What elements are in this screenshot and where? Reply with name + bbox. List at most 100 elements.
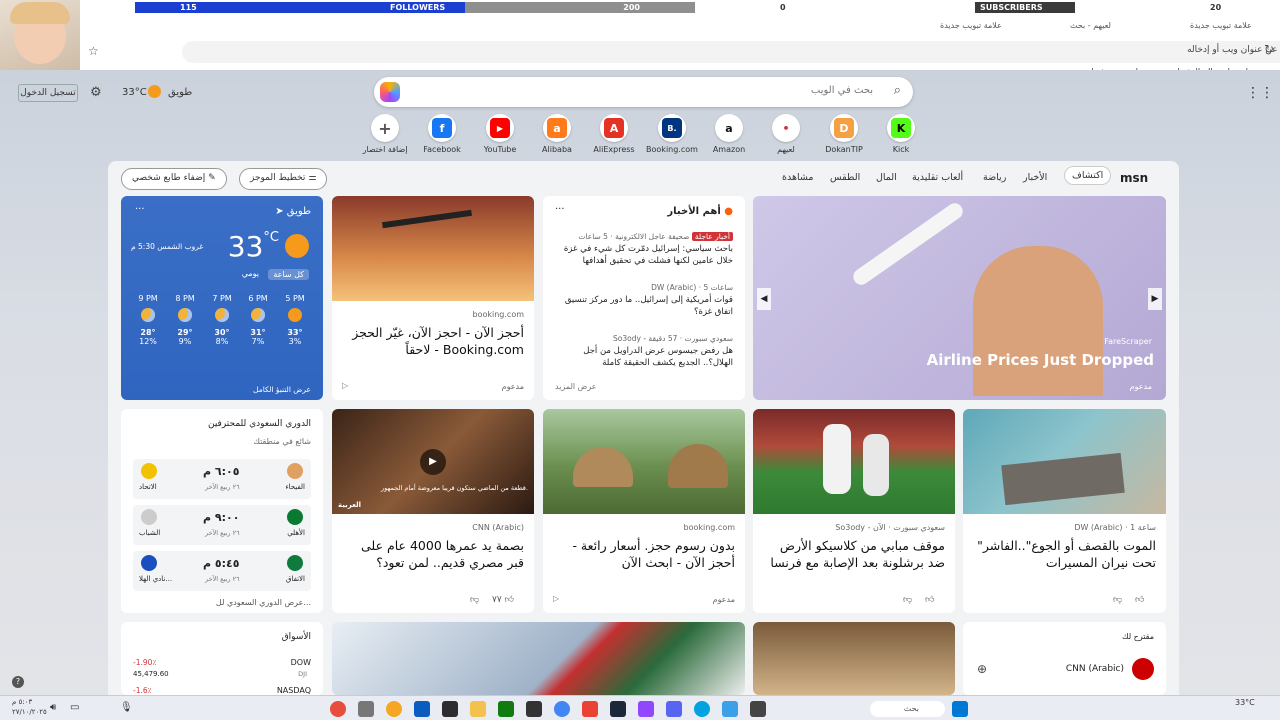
more-icon[interactable]: ··· — [555, 204, 565, 215]
refresh-icon[interactable]: ↻ — [1264, 42, 1274, 56]
play-icon[interactable]: ▷ — [553, 594, 559, 603]
shortcut-aliexpress[interactable]: A AliExpress — [586, 114, 642, 154]
like-icon[interactable]: 👍︎ — [925, 595, 934, 605]
taskbar-search[interactable]: بحث — [870, 701, 945, 717]
steam-icon[interactable] — [610, 701, 626, 717]
nav-weather[interactable]: الطقس — [830, 172, 860, 183]
web-search-box[interactable]: بحث في الويب ⌕ — [374, 77, 913, 107]
top-weather-city[interactable]: طويق — [168, 87, 192, 98]
match-row[interactable]: الأهلي الشباب ٩:٠٠ م ٢٦ ربيع الآخر — [133, 505, 311, 545]
formula-image-card[interactable] — [332, 622, 745, 695]
microphone-icon[interactable]: 🎙︎ — [120, 702, 133, 713]
app-icon[interactable] — [442, 701, 458, 717]
like-count[interactable]: ٧٧ 👍︎ — [492, 595, 514, 605]
match-row[interactable]: الاتفاق نادي الهلا... ٥:٤٥ م ٢٦ ربيع الآ… — [133, 551, 311, 591]
see-more-link[interactable]: عرض المزيد — [555, 382, 597, 391]
hero-title[interactable]: Airline Prices Just Dropped — [927, 351, 1154, 369]
carousel-prev-icon[interactable]: ◀ — [757, 288, 771, 310]
top-news-card[interactable]: أهم الأخبار ● ··· أخبار عاجلة صحيفة عاجل… — [543, 196, 745, 400]
booking-ad-card[interactable]: booking.com أحجز الآن - احجز الآن، غيّر … — [332, 196, 534, 400]
shortcut-alibaba[interactable]: a Alibaba — [529, 114, 585, 154]
sign-in-button[interactable]: تسجيل الدخول — [18, 84, 78, 102]
hotel-image-card[interactable] — [753, 622, 955, 695]
match-row[interactable]: الفيحاء الاتحاد ٦:٠٥ م ٢٦ ربيع الآخر — [133, 459, 311, 499]
suggested-source[interactable]: CNN (Arabic) — [1066, 664, 1124, 674]
shortcut-laeihum[interactable]: • لعيهم — [758, 114, 814, 154]
markets-card[interactable]: الأسواق DOW DJI -1.90٪ 45,479.60 NASDAQ … — [121, 622, 323, 695]
tab-2[interactable]: لعيهم - بحث — [1070, 21, 1111, 30]
edge-icon[interactable] — [694, 701, 710, 717]
card-title[interactable]: بصمة يد عمرها 4000 عام على قبر مصري قديم… — [342, 537, 524, 571]
shortcut-youtube[interactable]: ▶ YouTube — [472, 114, 528, 154]
app-icon[interactable] — [638, 701, 654, 717]
network-icon[interactable]: ▭ — [70, 702, 79, 713]
volume-icon[interactable]: 🔊︎ — [50, 702, 56, 713]
discord-icon[interactable] — [666, 701, 682, 717]
dislike-icon[interactable]: 👎︎ — [1113, 595, 1122, 605]
app-icon[interactable] — [750, 701, 766, 717]
app-icon[interactable] — [330, 701, 346, 717]
add-shortcut[interactable]: + إضافة اختصار — [357, 114, 413, 154]
app-icon[interactable] — [582, 701, 598, 717]
top-weather-temp[interactable]: 33°C — [122, 87, 147, 98]
favorites-star-icon[interactable]: ☆ — [88, 44, 99, 58]
app-icon[interactable] — [722, 701, 738, 717]
personalize-button[interactable]: إضفاء طابع شخصي ✎ — [121, 168, 227, 190]
shortcut-dokantip[interactable]: D DokanTIP — [816, 114, 872, 154]
card-title[interactable]: أحجز الآن - احجز الآن، غيّر الحجز لاحقاً… — [342, 324, 524, 358]
address-bar[interactable]: البحث عن عنوان ويب أو إدخاله ⌕ — [182, 41, 1280, 63]
football-news-card[interactable]: So3ody - سعودي سبورت · الآن موقف مبابي م… — [753, 409, 955, 613]
xbox-icon[interactable] — [498, 701, 514, 717]
play-icon[interactable]: ▷ — [342, 381, 348, 390]
folder-icon[interactable] — [470, 701, 486, 717]
card-title[interactable]: موقف مبابي من كلاسيكو الأرض ضد برشلونة ب… — [763, 537, 945, 571]
play-icon[interactable]: ▶ — [420, 449, 446, 475]
taskbar-temp[interactable]: 33°C — [1235, 698, 1255, 707]
league-title[interactable]: الدوري السعودي للمحترفين — [208, 419, 311, 429]
taskbar-time[interactable]: ٥:٠٣ م — [12, 698, 32, 706]
shortcut-facebook[interactable]: f Facebook — [414, 114, 470, 154]
huts-ad-card[interactable]: booking.com بدون رسوم حجز. أسعار رائعة -… — [543, 409, 745, 613]
like-icon[interactable]: 👍︎ — [1135, 595, 1144, 605]
league-card[interactable]: الدوري السعودي للمحترفين شائع في منطقتك … — [121, 409, 323, 613]
follow-plus-icon[interactable]: ⊕ — [977, 662, 987, 676]
tab-3[interactable]: علامة تبويب جديدة — [1190, 21, 1252, 30]
taskbar-date[interactable]: ٢٧/١٠/٢٠٢٥ — [12, 708, 47, 716]
video-news-card[interactable]: ▶ قطعة من الماضي ستكون قريبا معروضة أمام… — [332, 409, 534, 613]
tab-1[interactable]: علامة تبويب جديدة — [940, 21, 1002, 30]
dislike-icon[interactable]: 👎︎ — [903, 595, 912, 605]
help-icon[interactable]: ? — [12, 676, 24, 688]
tab-hourly[interactable]: كل ساعة — [268, 269, 309, 280]
chrome-icon[interactable] — [554, 701, 570, 717]
shortcut-booking[interactable]: B. Booking.com — [644, 114, 700, 154]
news-item[interactable]: DW (Arabic) · 5 ساعات قوات أمريكية إلى إ… — [555, 282, 733, 318]
hero-ad-card[interactable]: FareScraper Airline Prices Just Dropped … — [753, 196, 1166, 400]
feed-layout-button[interactable]: تخطيط الموجز ⚌ — [239, 168, 328, 190]
app-icon[interactable] — [414, 701, 430, 717]
search-icon[interactable]: ⌕ — [894, 83, 901, 98]
settings-gear-icon[interactable]: ⚙ — [90, 85, 102, 100]
suggested-card[interactable]: مقترح لك CNN (Arabic) ⊕ — [963, 622, 1166, 695]
msn-logo[interactable]: msn — [1120, 171, 1148, 185]
apps-grid-icon[interactable]: ⋮⋮ — [1246, 85, 1274, 101]
copilot-icon[interactable] — [380, 82, 400, 102]
news-item[interactable]: So3ody - سعودي سبورت · 57 دقيقة هل رفض ج… — [555, 333, 733, 369]
tab-daily[interactable]: يومي — [242, 269, 259, 278]
start-icon[interactable] — [952, 701, 968, 717]
carousel-next-icon[interactable]: ▶ — [1148, 288, 1162, 310]
league-footer-link[interactable]: عرض الدوري السعودي لل... — [216, 598, 311, 607]
shortcut-amazon[interactable]: a Amazon — [701, 114, 757, 154]
dislike-icon[interactable]: 👎︎ — [470, 595, 479, 605]
nav-money[interactable]: المال — [876, 172, 897, 183]
news-item[interactable]: أخبار عاجلة صحيفة عاجل الالكترونية · 5 س… — [555, 231, 733, 267]
nav-discover[interactable]: اكتشاف — [1064, 166, 1112, 185]
browser-icon[interactable] — [386, 701, 402, 717]
more-icon[interactable]: ··· — [135, 204, 145, 215]
nav-sports[interactable]: رياضة — [983, 172, 1006, 183]
nav-news[interactable]: الأخبار — [1023, 172, 1047, 183]
full-forecast-link[interactable]: عرض التنبؤ الكامل — [253, 385, 311, 394]
card-title[interactable]: "الموت بالقصف أو الجوع"..الفاشر تحت نيرا… — [973, 537, 1156, 571]
card-title[interactable]: بدون رسوم حجز. أسعار رائعة - أحجز الآن -… — [553, 537, 735, 571]
nav-watch[interactable]: مشاهدة — [782, 172, 813, 183]
epic-games-icon[interactable] — [526, 701, 542, 717]
